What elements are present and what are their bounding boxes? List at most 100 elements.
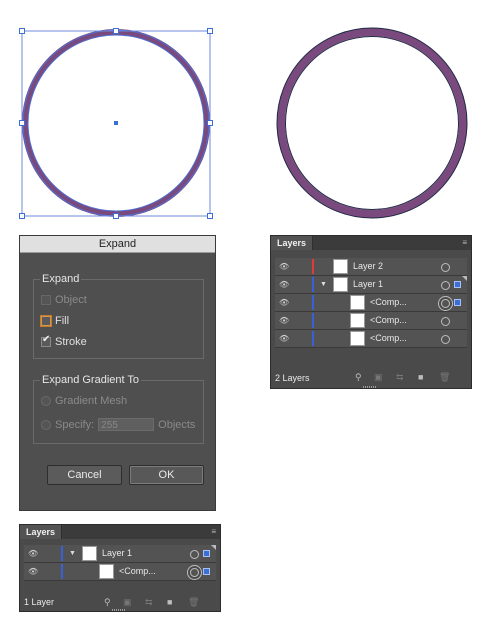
- compound-path-thumbnail: [350, 295, 365, 310]
- handle-middle-right[interactable]: [207, 120, 213, 126]
- layers-panel-bottom: Layers ≡ 👁 ▼ Layer 1 👁 <Comp... 1 Layer …: [20, 525, 220, 611]
- selected-ring-artwork[interactable]: [16, 24, 216, 224]
- delete-icon[interactable]: 🗑: [439, 372, 450, 383]
- gradient-mesh-label: Gradient Mesh: [55, 395, 128, 407]
- objects-label: Objects: [158, 418, 196, 431]
- target-circle-icon[interactable]: [441, 317, 450, 326]
- stroke-option[interactable]: ✔ Stroke: [41, 334, 87, 348]
- panel-footer: 1 Layer ⚲ ▣ ⇆ ■ 🗑: [20, 595, 220, 611]
- panel-menu-icon[interactable]: ≡: [462, 238, 467, 247]
- checkmark-icon: ✔: [42, 334, 51, 345]
- sublayer-row[interactable]: 👁 <Comp...: [275, 312, 467, 330]
- object-name[interactable]: <Comp...: [370, 312, 407, 329]
- object-name[interactable]: <Comp...: [370, 330, 407, 347]
- expand-dialog: Expand Expand Object Fill ✔ Stroke Expan…: [20, 236, 215, 510]
- create-sublayer-icon[interactable]: ⇆: [396, 372, 404, 383]
- center-point: [114, 121, 118, 125]
- object-label: Object: [55, 294, 87, 306]
- expanded-inner-edge: [285, 36, 459, 210]
- new-layer-icon[interactable]: ■: [167, 597, 172, 607]
- gradient-mesh-option[interactable]: Gradient Mesh: [41, 395, 127, 407]
- new-layer-icon[interactable]: ■: [418, 372, 423, 382]
- layer-row-layer-2[interactable]: 👁 Layer 2: [275, 258, 467, 276]
- sublayer-row[interactable]: 👁 <Comp...: [275, 330, 467, 348]
- cancel-button[interactable]: Cancel: [47, 465, 122, 485]
- selection-indicator[interactable]: [454, 281, 461, 288]
- layer-name[interactable]: Layer 1: [353, 276, 383, 293]
- compound-path-thumbnail: [350, 313, 365, 328]
- delete-icon[interactable]: 🗑: [188, 597, 199, 608]
- layers-tab[interactable]: Layers: [20, 525, 63, 539]
- layer-color-bar: [312, 277, 314, 292]
- target-circle-icon[interactable]: [441, 335, 450, 344]
- selection-indicator[interactable]: [203, 568, 210, 575]
- locate-object-icon[interactable]: ⚲: [104, 597, 111, 608]
- visibility-eye-icon[interactable]: 👁: [28, 567, 38, 576]
- compound-path-thumbnail: [350, 331, 365, 346]
- visibility-eye-icon[interactable]: 👁: [279, 280, 289, 289]
- target-circle-icon[interactable]: [190, 550, 199, 559]
- object-checkbox[interactable]: [41, 295, 51, 305]
- layer-thumbnail: [82, 546, 97, 561]
- dialog-title: Expand: [20, 236, 215, 253]
- layer-color-bar: [312, 331, 314, 346]
- sublayer-row[interactable]: 👁 <Comp...: [24, 563, 216, 581]
- layers-tab[interactable]: Layers: [271, 236, 314, 250]
- specify-label: Specify:: [55, 418, 95, 431]
- target-circle-icon[interactable]: [441, 281, 450, 290]
- handle-bottom-center[interactable]: [113, 213, 119, 219]
- target-circle-icon[interactable]: [190, 568, 199, 577]
- fill-checkbox[interactable]: [41, 316, 51, 326]
- specify-objects-input[interactable]: 255: [98, 418, 155, 431]
- selection-indicator[interactable]: [203, 550, 210, 557]
- selection-indicator[interactable]: [454, 299, 461, 306]
- expand-triangle-icon[interactable]: ▼: [69, 545, 76, 562]
- visibility-eye-icon[interactable]: 👁: [28, 549, 38, 558]
- expanded-ring-artwork[interactable]: [272, 24, 472, 224]
- expanded-ring-fill: [277, 28, 467, 218]
- expand-triangle-icon[interactable]: ▼: [320, 276, 327, 293]
- panel-footer: 2 Layers ⚲ ▣ ⇆ ■ 🗑: [271, 370, 471, 388]
- layer-color-bar: [61, 564, 63, 579]
- target-circle-icon[interactable]: [441, 299, 450, 308]
- handle-top-center[interactable]: [113, 28, 119, 34]
- stroke-checkbox[interactable]: ✔: [41, 334, 51, 347]
- handle-middle-left[interactable]: [19, 120, 25, 126]
- visibility-eye-icon[interactable]: 👁: [279, 334, 289, 343]
- object-name[interactable]: <Comp...: [370, 294, 407, 311]
- target-circle-icon[interactable]: [441, 263, 450, 272]
- object-option[interactable]: Object: [41, 294, 87, 306]
- layers-panel-top: Layers ≡ 👁 Layer 2 👁 ▼ Layer 1 👁 <Comp..…: [271, 236, 471, 388]
- visibility-eye-icon[interactable]: 👁: [279, 316, 289, 325]
- sublayer-row[interactable]: 👁 <Comp...: [275, 294, 467, 312]
- visibility-eye-icon[interactable]: 👁: [279, 262, 289, 271]
- gradient-mesh-radio[interactable]: [41, 396, 51, 406]
- visibility-eye-icon[interactable]: 👁: [279, 298, 289, 307]
- resize-grip-icon[interactable]: [363, 386, 377, 388]
- handle-bottom-left[interactable]: [19, 213, 25, 219]
- fill-option[interactable]: Fill: [41, 315, 69, 327]
- layer-row-layer-1[interactable]: 👁 ▼ Layer 1: [24, 545, 216, 563]
- create-sublayer-icon[interactable]: ⇆: [145, 597, 153, 608]
- layer-count: 2 Layers: [275, 373, 310, 383]
- resize-grip-icon[interactable]: [112, 609, 126, 611]
- make-clipping-mask-icon[interactable]: ▣: [374, 372, 383, 383]
- specify-radio[interactable]: [41, 419, 51, 430]
- handle-top-left[interactable]: [19, 28, 25, 34]
- handle-top-right[interactable]: [207, 28, 213, 34]
- handle-bottom-right[interactable]: [207, 213, 213, 219]
- object-name[interactable]: <Comp...: [119, 563, 156, 580]
- expand-gradient-group: Expand Gradient To Gradient Mesh Specify…: [33, 374, 204, 444]
- specify-option[interactable]: Specify: 255 Objects: [41, 418, 195, 431]
- layer-row-layer-1[interactable]: 👁 ▼ Layer 1: [275, 276, 467, 294]
- make-clipping-mask-icon[interactable]: ▣: [123, 597, 132, 608]
- layer-color-bar: [312, 313, 314, 328]
- ok-button[interactable]: OK: [129, 465, 204, 485]
- locate-object-icon[interactable]: ⚲: [355, 372, 362, 383]
- selected-art-corner-icon: [211, 545, 216, 550]
- panel-menu-icon[interactable]: ≡: [211, 527, 216, 536]
- expand-group: Expand Object Fill ✔ Stroke: [33, 273, 204, 359]
- layer-color-bar: [312, 259, 314, 274]
- layer-name[interactable]: Layer 1: [102, 545, 132, 562]
- layer-name[interactable]: Layer 2: [353, 258, 383, 275]
